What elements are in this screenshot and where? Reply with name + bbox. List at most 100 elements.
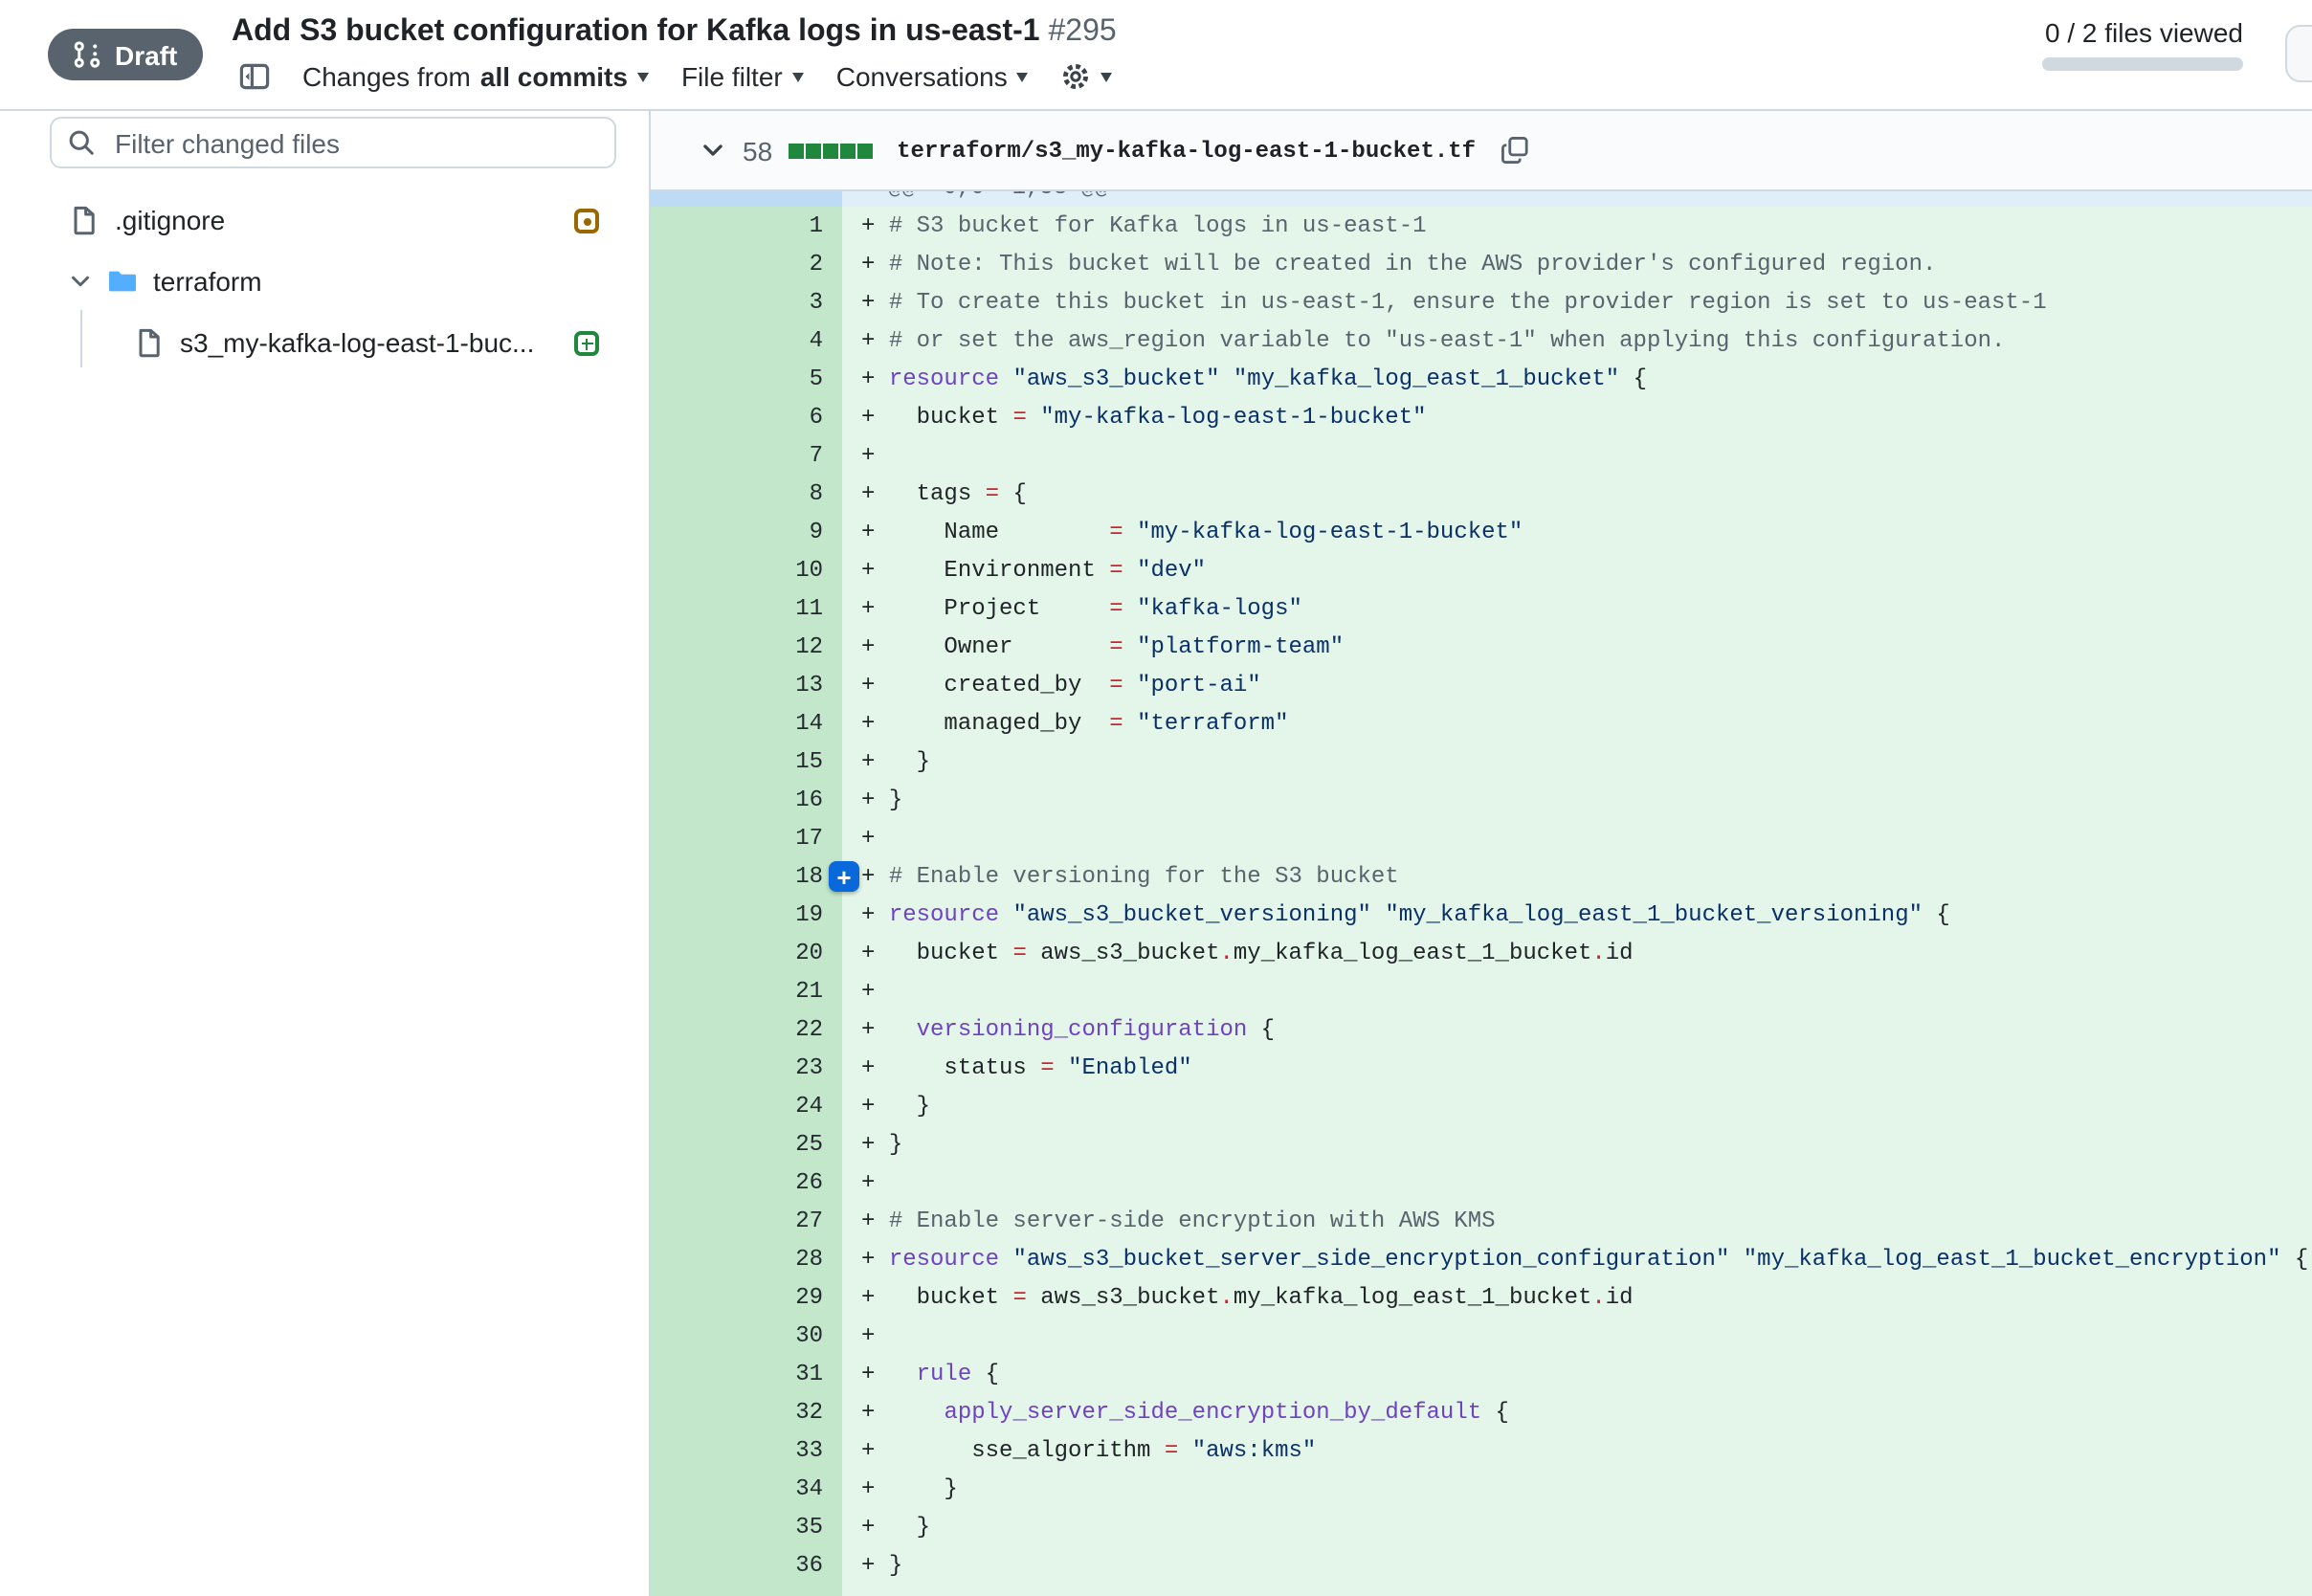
line-number[interactable] bbox=[651, 1585, 842, 1596]
conversations-dropdown[interactable]: Conversations bbox=[836, 61, 1029, 92]
line-number[interactable]: 16 bbox=[651, 781, 842, 819]
diff-line: 24+ } bbox=[651, 1087, 2312, 1125]
line-number[interactable]: 19 bbox=[651, 896, 842, 934]
diff-line: 19+ resource "aws_s3_bucket_versioning" … bbox=[651, 896, 2312, 934]
line-number[interactable]: 36 bbox=[651, 1546, 842, 1585]
diff-line: 23+ status = "Enabled" bbox=[651, 1049, 2312, 1087]
chevron-down-icon bbox=[1017, 73, 1029, 88]
chevron-down-icon bbox=[1101, 73, 1113, 88]
line-number[interactable]: 14 bbox=[651, 704, 842, 743]
diff-line: 21+ bbox=[651, 972, 2312, 1010]
changes-count: 58 bbox=[743, 135, 772, 166]
file-filter-dropdown[interactable]: File filter bbox=[681, 61, 804, 92]
review-changes-button[interactable]: R bbox=[2285, 25, 2312, 82]
line-number[interactable]: 28 bbox=[651, 1240, 842, 1278]
hunk-body: @@ -0,0 +1,58 @@ bbox=[842, 191, 2312, 207]
folder-icon bbox=[107, 266, 138, 297]
tree-item-terraform-folder[interactable]: terraform bbox=[69, 255, 262, 308]
line-number[interactable]: 7 bbox=[651, 436, 842, 475]
line-code: + } bbox=[842, 1508, 2312, 1546]
chevron-down-icon bbox=[792, 73, 804, 88]
line-number[interactable]: 32 bbox=[651, 1393, 842, 1431]
line-number[interactable]: 10 bbox=[651, 551, 842, 589]
tree-item-gitignore[interactable]: .gitignore bbox=[69, 193, 225, 247]
chevron-down-icon bbox=[637, 73, 649, 88]
line-code: + sse_algorithm = "aws:kms" bbox=[842, 1431, 2312, 1470]
diff-line: 15+ } bbox=[651, 743, 2312, 781]
line-number[interactable]: 22 bbox=[651, 1010, 842, 1049]
line-number[interactable]: 30 bbox=[651, 1317, 842, 1355]
line-code: + } bbox=[842, 1125, 2312, 1164]
line-code: + rule { bbox=[842, 1355, 2312, 1393]
filter-changed-files-input[interactable] bbox=[50, 117, 616, 168]
line-number[interactable]: 25 bbox=[651, 1125, 842, 1164]
line-number[interactable]: 11 bbox=[651, 589, 842, 628]
line-number[interactable]: 35 bbox=[651, 1508, 842, 1546]
diff-panel: 58 terraform/s3_my-kafka-log-east-1-buck… bbox=[649, 111, 2312, 1596]
file-icon bbox=[69, 205, 100, 235]
tree-indent-guide bbox=[80, 310, 82, 367]
line-number[interactable]: 31 bbox=[651, 1355, 842, 1393]
diff-line: 4+ # or set the aws_region variable to "… bbox=[651, 321, 2312, 360]
line-number[interactable]: 29 bbox=[651, 1278, 842, 1317]
line-code: + bbox=[842, 436, 2312, 475]
collapse-file-tree-button[interactable] bbox=[239, 61, 270, 92]
line-number[interactable]: 24 bbox=[651, 1087, 842, 1125]
added-file-icon bbox=[574, 331, 599, 356]
diff-line: 7+ bbox=[651, 436, 2312, 475]
line-number[interactable]: 21 bbox=[651, 972, 842, 1010]
diff-line: 8+ tags = { bbox=[651, 475, 2312, 513]
line-code: + # Note: This bucket will be created in… bbox=[842, 245, 2312, 283]
diff-line: 33+ sse_algorithm = "aws:kms" bbox=[651, 1431, 2312, 1470]
line-number[interactable]: 8 bbox=[651, 475, 842, 513]
line-number[interactable]: 33 bbox=[651, 1431, 842, 1470]
diff-line: 5+ resource "aws_s3_bucket" "my_kafka_lo… bbox=[651, 360, 2312, 398]
diffstat-squares bbox=[788, 143, 872, 158]
diff-line: 26+ bbox=[651, 1164, 2312, 1202]
filter-files-field[interactable] bbox=[111, 125, 599, 160]
diff-line: 29+ bucket = aws_s3_bucket.my_kafka_log_… bbox=[651, 1278, 2312, 1317]
line-number[interactable]: 6 bbox=[651, 398, 842, 436]
diff-line: 1+ # S3 bucket for Kafka logs in us-east… bbox=[651, 207, 2312, 245]
line-code bbox=[842, 1585, 2312, 1596]
collapse-diff-chevron-icon[interactable] bbox=[700, 138, 725, 163]
line-number[interactable]: 17 bbox=[651, 819, 842, 857]
line-code: + # Enable versioning for the S3 bucket bbox=[842, 857, 2312, 896]
diff-line: 11+ Project = "kafka-logs" bbox=[651, 589, 2312, 628]
line-code: + bbox=[842, 1164, 2312, 1202]
pr-title: Add S3 bucket configuration for Kafka lo… bbox=[232, 15, 1117, 50]
line-number[interactable]: 12 bbox=[651, 628, 842, 666]
line-code: + resource "aws_s3_bucket_server_side_en… bbox=[842, 1240, 2312, 1278]
line-number[interactable]: 4 bbox=[651, 321, 842, 360]
line-number[interactable]: 20 bbox=[651, 934, 842, 972]
line-number[interactable]: 9 bbox=[651, 513, 842, 551]
diff-settings-dropdown[interactable] bbox=[1061, 61, 1113, 92]
copy-path-icon[interactable] bbox=[1501, 136, 1529, 165]
line-code: + bucket = "my-kafka-log-east-1-bucket" bbox=[842, 398, 2312, 436]
line-number[interactable]: 34 bbox=[651, 1470, 842, 1508]
line-number[interactable]: 5 bbox=[651, 360, 842, 398]
line-number[interactable]: 18 bbox=[651, 857, 842, 896]
line-number[interactable]: 27 bbox=[651, 1202, 842, 1240]
diff-line: 25+ } bbox=[651, 1125, 2312, 1164]
pr-number: #295 bbox=[1048, 15, 1116, 48]
tree-item-s3-bucket-file[interactable]: s3_my-kafka-log-east-1-buc... bbox=[134, 316, 534, 369]
add-line-comment-button[interactable]: + bbox=[829, 861, 859, 892]
git-pull-request-draft-icon bbox=[73, 40, 101, 69]
diff-line: 3+ # To create this bucket in us-east-1,… bbox=[651, 283, 2312, 321]
line-code: + # To create this bucket in us-east-1, … bbox=[842, 283, 2312, 321]
line-number[interactable]: 3 bbox=[651, 283, 842, 321]
diff-line: 32+ apply_server_side_encryption_by_defa… bbox=[651, 1393, 2312, 1431]
line-number[interactable]: 2 bbox=[651, 245, 842, 283]
line-number[interactable]: 1 bbox=[651, 207, 842, 245]
line-number[interactable]: 26 bbox=[651, 1164, 842, 1202]
line-number[interactable]: 15 bbox=[651, 743, 842, 781]
line-code: + versioning_configuration { bbox=[842, 1010, 2312, 1049]
diff-file-path[interactable]: terraform/s3_my-kafka-log-east-1-bucket.… bbox=[897, 137, 1476, 164]
diff-line: 28+ resource "aws_s3_bucket_server_side_… bbox=[651, 1240, 2312, 1278]
line-code: + status = "Enabled" bbox=[842, 1049, 2312, 1087]
line-code: + apply_server_side_encryption_by_defaul… bbox=[842, 1393, 2312, 1431]
line-number[interactable]: 13 bbox=[651, 666, 842, 704]
line-number[interactable]: 23 bbox=[651, 1049, 842, 1087]
changes-from-dropdown[interactable]: Changes from all commits bbox=[302, 61, 649, 92]
